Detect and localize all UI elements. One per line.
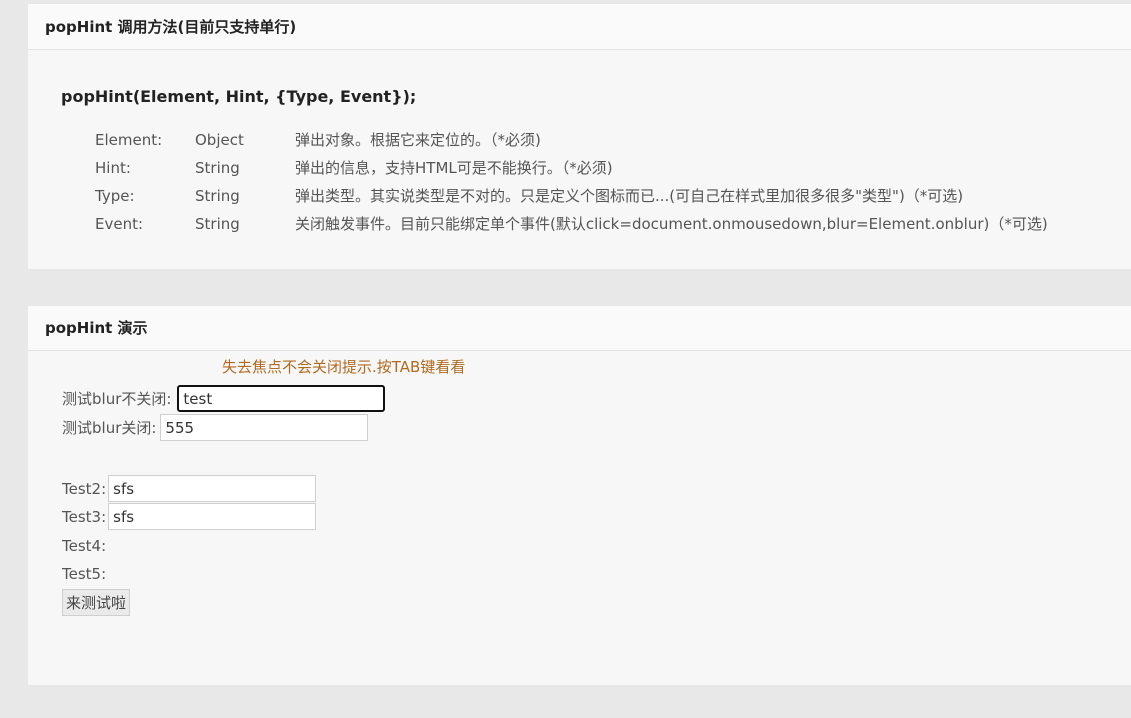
blur-close-row: 测试blur关闭: [62,414,369,441]
param-row-hint: Hint: String 弹出的信息，支持HTML可是不能换行。（*必须) [95,154,1048,182]
test2-input[interactable] [108,475,317,502]
blur-no-close-label: 测试blur不关闭: [62,390,172,408]
param-name: Element: [95,131,163,149]
param-list: Element: Object 弹出对象。根据它来定位的。（*必须) Hint: St… [95,126,1048,238]
blur-close-label: 测试blur关闭: [62,419,157,437]
param-desc: 弹出类型。其实说类型是不对的。只是定义个图标而已...(可自己在样式里加很多很多… [295,187,964,205]
param-type: Object [195,131,244,149]
test3-row: Test3: [62,503,317,530]
blur-no-close-input[interactable] [177,385,386,412]
blur-no-close-row: 测试blur不关闭: [62,385,386,412]
test-button[interactable]: 来测试啦 [62,589,131,616]
demo-panel: popHint 演示 失去焦点不会关闭提示.按TAB键看看 测试blur不关闭:… [28,306,1131,685]
param-name: Event: [95,215,144,233]
test2-label: Test2: [62,479,107,498]
test5-row: Test5: [62,560,106,587]
param-row-event: Event: String 关闭触发事件。目前只能绑定单个事件(默认click=do… [95,210,1048,238]
param-desc: 弹出对象。根据它来定位的。（*必须) [295,131,541,149]
demo-header: popHint 演示 [28,306,1131,351]
test4-label: Test4: [62,536,107,555]
usage-panel: popHint 调用方法(目前只支持单行) popHint(Element, H… [28,4,1131,269]
test5-label: Test5: [62,564,107,583]
usage-header: popHint 调用方法(目前只支持单行) [28,4,1131,50]
test3-label: Test3: [62,507,107,526]
param-row-type: Type: String 弹出类型。其实说类型是不对的。只是定义个图标而已...(可… [95,182,1048,210]
param-type: String [195,215,240,233]
pophint-tooltip: 失去焦点不会关闭提示.按TAB键看看 [222,358,466,376]
blur-close-input[interactable] [160,414,369,441]
param-row-element: Element: Object 弹出对象。根据它来定位的。（*必须) [95,126,1048,154]
param-type: String [195,159,240,177]
test4-row: Test4: [62,532,106,559]
test2-row: Test2: [62,475,317,502]
param-desc: 关闭触发事件。目前只能绑定单个事件(默认click=document.onmou… [295,215,1048,233]
param-type: String [195,187,240,205]
test3-input[interactable] [108,503,317,530]
param-name: Hint: [95,159,131,177]
function-signature: popHint(Element, Hint, {Type, Event}); [61,87,417,106]
param-desc: 弹出的信息，支持HTML可是不能换行。（*必须) [295,159,613,177]
param-name: Type: [95,187,135,205]
